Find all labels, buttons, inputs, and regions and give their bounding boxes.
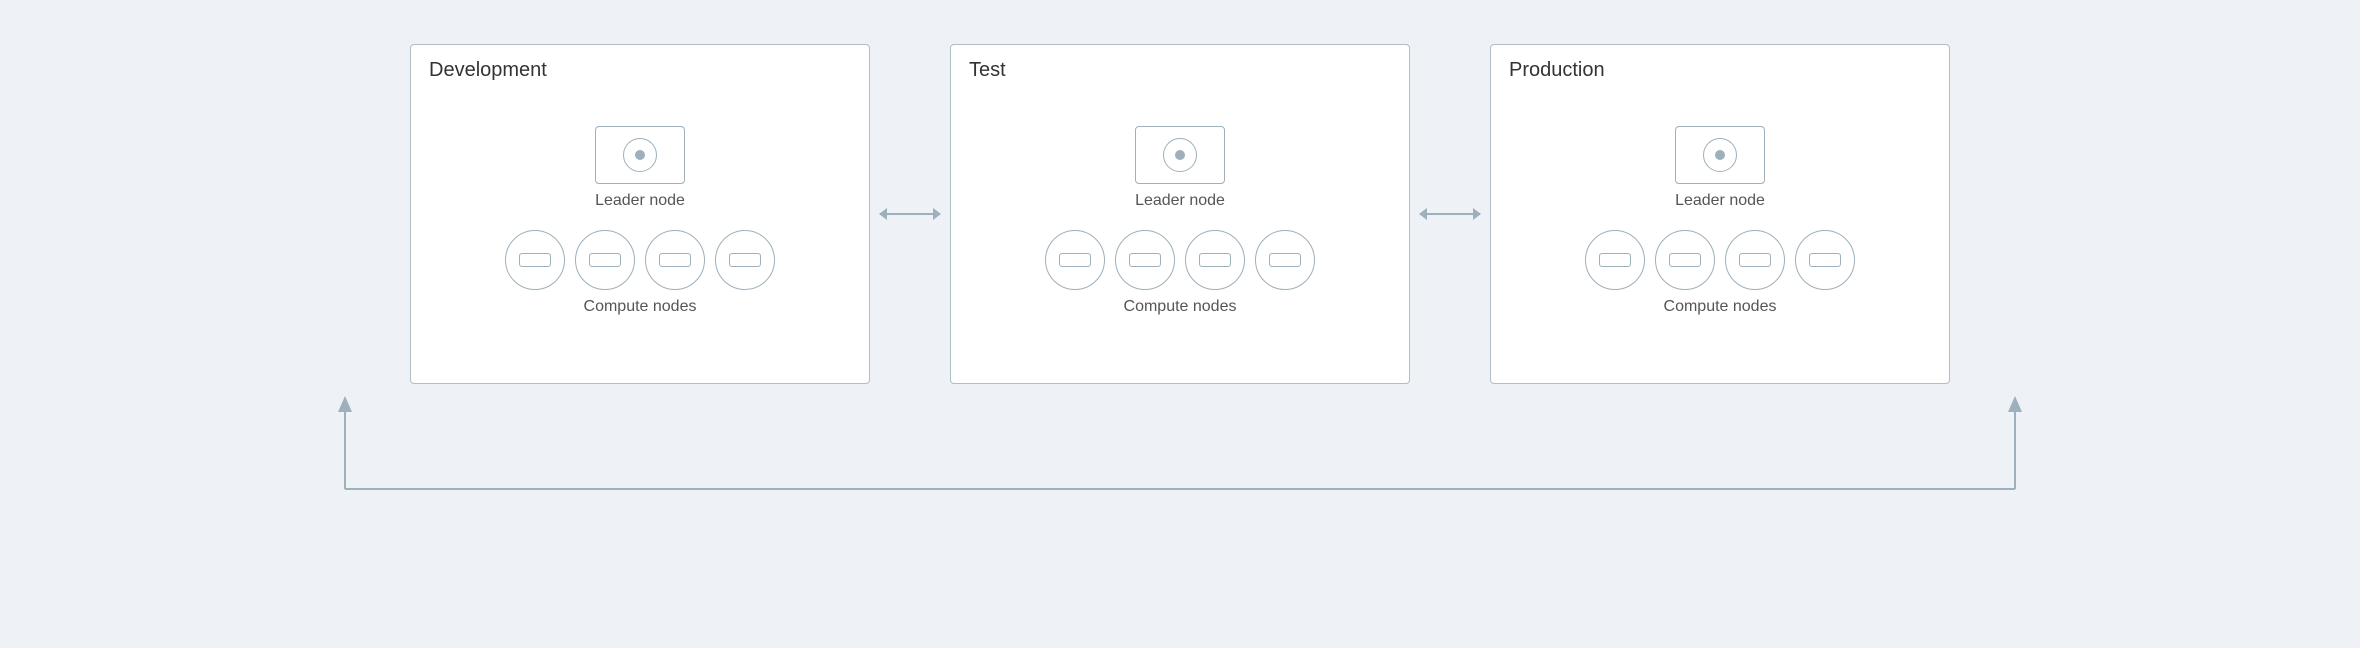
compute-icon <box>645 230 705 290</box>
test-title: Test <box>969 59 1006 82</box>
environments-row: Development Leader node <box>60 44 2300 384</box>
development-compute-label: Compute nodes <box>584 298 697 316</box>
test-content: Leader node Compute nodes <box>971 79 1389 363</box>
compute-icon-inner <box>1599 253 1631 267</box>
production-leader-icon <box>1675 126 1765 184</box>
compute-icon <box>1185 230 1245 290</box>
compute-icon <box>1255 230 1315 290</box>
production-leader-icon-inner <box>1703 138 1737 172</box>
compute-icon <box>1725 230 1785 290</box>
production-leader-label: Leader node <box>1675 192 1765 210</box>
development-content: Leader node Compute nodes <box>431 79 849 363</box>
production-leader-icon-dot <box>1715 150 1725 160</box>
compute-icon-inner <box>589 253 621 267</box>
test-compute-label: Compute nodes <box>1124 298 1237 316</box>
test-leader-icon <box>1135 126 1225 184</box>
production-compute-label: Compute nodes <box>1664 298 1777 316</box>
production-content: Leader node Compute nodes <box>1511 79 1929 363</box>
compute-icon-inner <box>729 253 761 267</box>
development-title: Development <box>429 59 547 82</box>
production-compute-icons <box>1585 230 1855 290</box>
production-leader-section: Leader node <box>1675 126 1765 210</box>
arrow-dev-test <box>870 213 950 215</box>
compute-icon-inner <box>1059 253 1091 267</box>
compute-icon <box>1585 230 1645 290</box>
compute-icon <box>505 230 565 290</box>
bottom-arrow-container <box>60 394 2300 514</box>
test-leader-label: Leader node <box>1135 192 1225 210</box>
test-leader-icon-inner <box>1163 138 1197 172</box>
test-leader-section: Leader node <box>1135 126 1225 210</box>
development-leader-icon-inner <box>623 138 657 172</box>
compute-icon-inner <box>1809 253 1841 267</box>
production-compute-section: Compute nodes <box>1585 230 1855 316</box>
test-box: Test Leader node <box>950 44 1410 384</box>
development-leader-icon <box>595 126 685 184</box>
compute-icon-inner <box>1269 253 1301 267</box>
compute-icon-inner <box>1129 253 1161 267</box>
development-box: Development Leader node <box>410 44 870 384</box>
development-compute-icons <box>505 230 775 290</box>
compute-icon <box>1045 230 1105 290</box>
test-compute-section: Compute nodes <box>1045 230 1315 316</box>
development-leader-label: Leader node <box>595 192 685 210</box>
test-leader-icon-dot <box>1175 150 1185 160</box>
compute-icon <box>1795 230 1855 290</box>
compute-icon <box>1115 230 1175 290</box>
compute-icon-inner <box>659 253 691 267</box>
test-compute-icons <box>1045 230 1315 290</box>
compute-icon-inner <box>1669 253 1701 267</box>
compute-icon <box>575 230 635 290</box>
diagram-container: Development Leader node <box>60 44 2300 604</box>
compute-icon-inner <box>1199 253 1231 267</box>
compute-icon-inner <box>1739 253 1771 267</box>
production-title: Production <box>1509 59 1605 82</box>
development-leader-icon-dot <box>635 150 645 160</box>
compute-icon-inner <box>519 253 551 267</box>
arrow-test-prod-line <box>1420 213 1480 215</box>
production-box: Production Leader node <box>1490 44 1950 384</box>
development-compute-section: Compute nodes <box>505 230 775 316</box>
development-leader-section: Leader node <box>595 126 685 210</box>
arrow-dev-test-line <box>880 213 940 215</box>
bottom-arrow-svg <box>60 394 2300 514</box>
arrow-test-prod <box>1410 213 1490 215</box>
compute-icon <box>1655 230 1715 290</box>
compute-icon <box>715 230 775 290</box>
